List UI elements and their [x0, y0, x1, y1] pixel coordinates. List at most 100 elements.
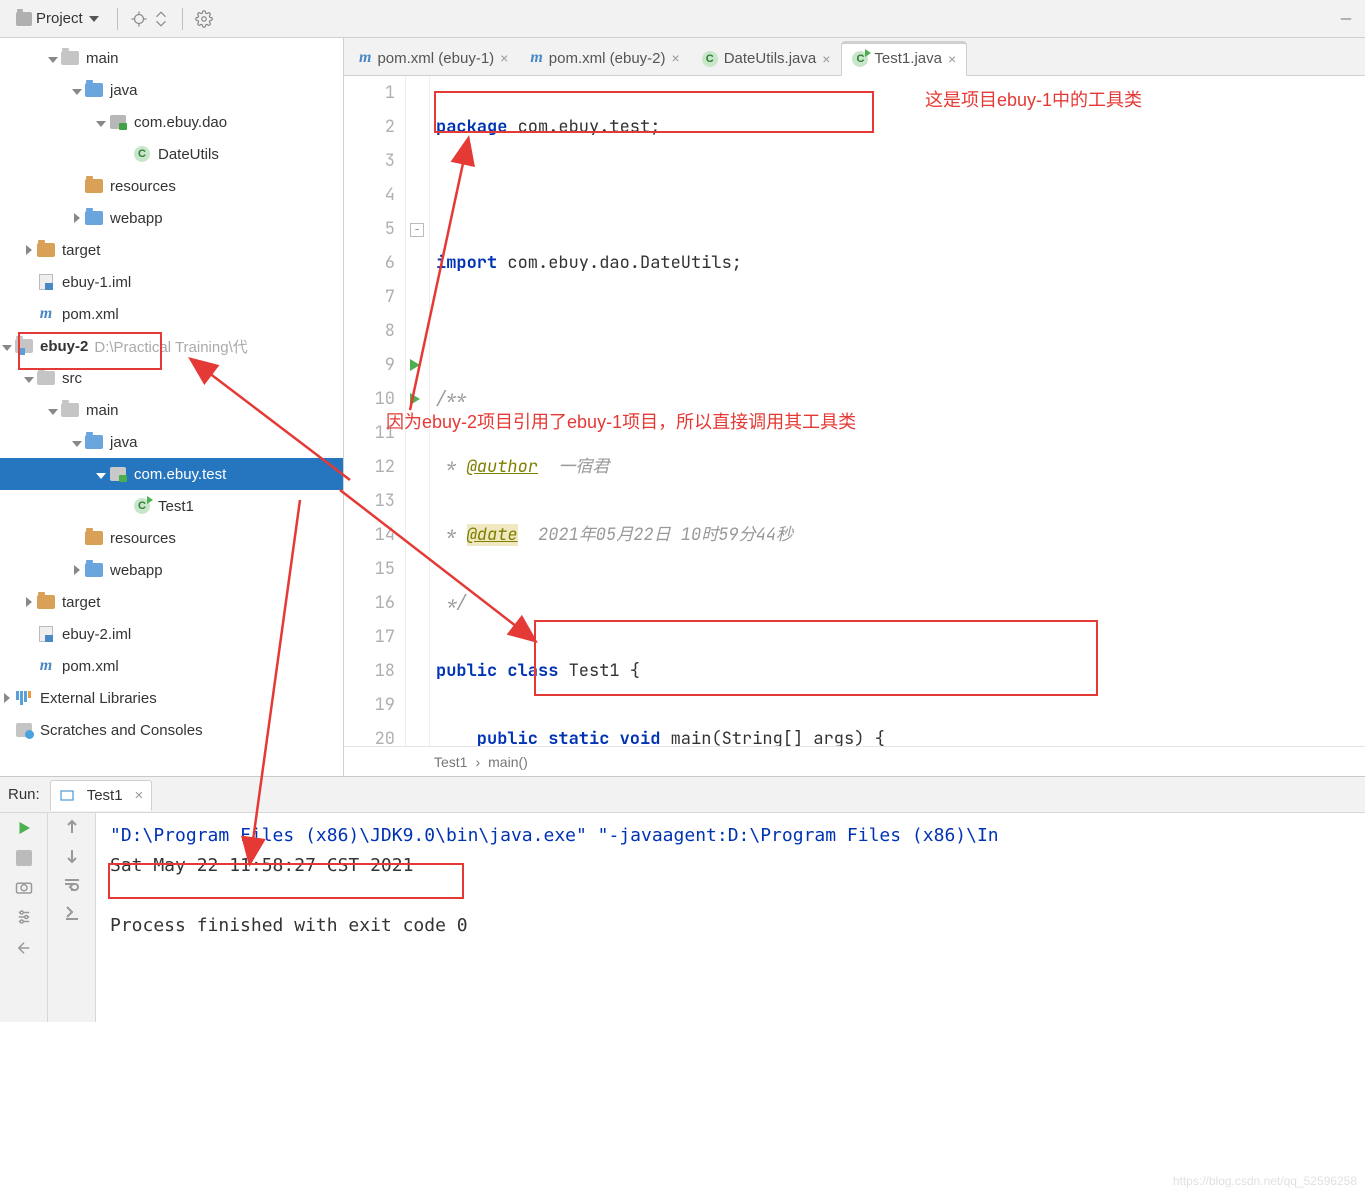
run-label: Run:	[8, 786, 40, 803]
pin-icon[interactable]	[15, 939, 33, 960]
tree-folder-webapp[interactable]: webapp	[0, 202, 343, 234]
tree-package[interactable]: com.ebuy.dao	[0, 106, 343, 138]
maven-icon: m	[359, 49, 371, 67]
expand-all-icon[interactable]	[150, 8, 172, 30]
tree-label: Scratches and Consoles	[40, 722, 203, 739]
tree-label: DateUtils	[158, 146, 219, 163]
scroll-down-icon[interactable]	[64, 848, 80, 867]
tree-label: webapp	[110, 210, 163, 227]
tree-folder-java2[interactable]: java	[0, 426, 343, 458]
tree-folder-target[interactable]: target	[0, 234, 343, 266]
project-tree-panel: main java com.ebuy.dao CDateUtils resour…	[0, 38, 344, 776]
tree-file-pom[interactable]: mpom.xml	[0, 298, 343, 330]
annotation-text: 因为ebuy-2项目引用了ebuy-1项目，所以直接调用其工具类	[386, 410, 1016, 434]
tree-label: pom.xml	[62, 658, 119, 675]
annotation-text: 这是项目ebuy-1中的工具类	[925, 88, 1155, 112]
tab-label: Test1.java	[874, 50, 942, 67]
watermark: https://blog.csdn.net/qq_52596258	[1173, 1174, 1357, 1188]
tab-pom2[interactable]: mpom.xml (ebuy-2)×	[519, 40, 690, 75]
tree-label: src	[62, 370, 82, 387]
tree-class-test1[interactable]: CTest1	[0, 490, 343, 522]
tree-label: ebuy-2.iml	[62, 626, 131, 643]
breadcrumb-item[interactable]: Test1	[434, 754, 467, 770]
tab-test1[interactable]: C Test1.java ×	[841, 41, 967, 76]
main-split: main java com.ebuy.dao CDateUtils resour…	[0, 38, 1365, 776]
tab-pom1[interactable]: m pom.xml (ebuy-1) ×	[348, 40, 519, 75]
run-tool-window: Run: Test1× "D:\Program Files (x86)\JDK9…	[0, 776, 1365, 1022]
tree-label: resources	[110, 530, 176, 547]
chevron-right-icon: ›	[475, 754, 480, 770]
tree-folder-resources[interactable]: resources	[0, 170, 343, 202]
tree-module-ebuy2[interactable]: ebuy-2D:\Practical Training\代	[0, 330, 343, 362]
run-tab[interactable]: Test1×	[50, 780, 153, 811]
fold-toggle[interactable]: −	[410, 223, 424, 237]
project-view-selector[interactable]: Project	[8, 6, 107, 31]
tree-file-pom2[interactable]: mpom.xml	[0, 650, 343, 682]
run-gutter-icon[interactable]	[410, 393, 420, 405]
tab-label: pom.xml (ebuy-1)	[377, 50, 494, 67]
tree-folder-main[interactable]: main	[0, 42, 343, 74]
tab-label: DateUtils.java	[724, 50, 817, 67]
tree-label: main	[86, 50, 119, 67]
soft-wrap-icon[interactable]	[63, 877, 81, 894]
console-text: Process finished with exit code 0	[110, 911, 1351, 941]
tree-file-iml2[interactable]: ebuy-2.iml	[0, 618, 343, 650]
tree-label: pom.xml	[62, 306, 119, 323]
console-path: "D:\Program Files (x86)\JDK9.0\bin\java.…	[110, 825, 587, 846]
tree-folder-main2[interactable]: main	[0, 394, 343, 426]
run-body: "D:\Program Files (x86)\JDK9.0\bin\java.…	[0, 813, 1365, 1022]
tree-file-iml[interactable]: ebuy-1.iml	[0, 266, 343, 298]
tree-class-dateutils[interactable]: CDateUtils	[0, 138, 343, 170]
tree-label: External Libraries	[40, 690, 157, 707]
scroll-to-end-icon[interactable]	[63, 904, 81, 923]
camera-icon[interactable]	[15, 879, 33, 898]
settings-icon[interactable]	[15, 908, 33, 929]
tab-label: pom.xml (ebuy-2)	[549, 50, 666, 67]
tree-label: target	[62, 594, 100, 611]
tree-label: webapp	[110, 562, 163, 579]
tab-dateutils[interactable]: C DateUtils.java ×	[691, 41, 842, 75]
scroll-up-icon[interactable]	[64, 819, 80, 838]
breadcrumb[interactable]: Test1 › main()	[344, 746, 1365, 776]
run-gutter-icon[interactable]	[410, 359, 420, 371]
locate-icon[interactable]	[128, 8, 150, 30]
tree-label: ebuy-1.iml	[62, 274, 131, 291]
tree-path: D:\Practical Training\代	[94, 336, 247, 357]
tree-external-libs[interactable]: External Libraries	[0, 682, 343, 714]
project-label: Project	[36, 10, 83, 27]
tree-label: main	[86, 402, 119, 419]
run-toolbar-primary	[0, 813, 48, 1022]
breadcrumb-item[interactable]: main()	[488, 754, 528, 770]
tree-folder-java[interactable]: java	[0, 74, 343, 106]
tree-folder-src[interactable]: src	[0, 362, 343, 394]
tree-folder-target2[interactable]: target	[0, 586, 343, 618]
tree-scratches[interactable]: Scratches and Consoles	[0, 714, 343, 746]
folder-icon	[16, 12, 32, 26]
gear-icon[interactable]	[193, 8, 215, 30]
close-icon[interactable]: ×	[822, 51, 830, 67]
close-icon[interactable]: ×	[135, 787, 144, 804]
separator	[117, 8, 118, 30]
console-output[interactable]: "D:\Program Files (x86)\JDK9.0\bin\java.…	[96, 813, 1365, 1022]
close-icon[interactable]: ×	[672, 50, 680, 66]
close-icon[interactable]: ×	[500, 50, 508, 66]
fold-toggle[interactable]	[424, 359, 438, 373]
close-icon[interactable]: ×	[948, 51, 956, 67]
tree-label: com.ebuy.dao	[134, 114, 227, 131]
class-icon: C	[702, 51, 718, 67]
editor-tabs: mpom.xml (ebuy-1)× mpom.xml (ebuy-2)× CD…	[344, 38, 1365, 76]
tree-package-selected[interactable]: com.ebuy.test	[0, 458, 343, 490]
console-text: "-javaagent:D:\Program Files (x86)\In	[587, 825, 999, 846]
stop-icon[interactable]	[16, 850, 32, 869]
tree-label: target	[62, 242, 100, 259]
editor-area: mpom.xml (ebuy-1)× mpom.xml (ebuy-2)× CD…	[344, 38, 1365, 776]
project-tree[interactable]: main java com.ebuy.dao CDateUtils resour…	[0, 38, 343, 746]
run-toolbar-secondary	[48, 813, 96, 1022]
run-header: Run: Test1×	[0, 777, 1365, 813]
class-icon: C	[852, 51, 868, 67]
tree-label: com.ebuy.test	[134, 466, 226, 483]
hide-panel-icon[interactable]	[1335, 8, 1357, 30]
rerun-icon[interactable]	[15, 819, 33, 840]
tree-folder-resources2[interactable]: resources	[0, 522, 343, 554]
tree-folder-webapp2[interactable]: webapp	[0, 554, 343, 586]
